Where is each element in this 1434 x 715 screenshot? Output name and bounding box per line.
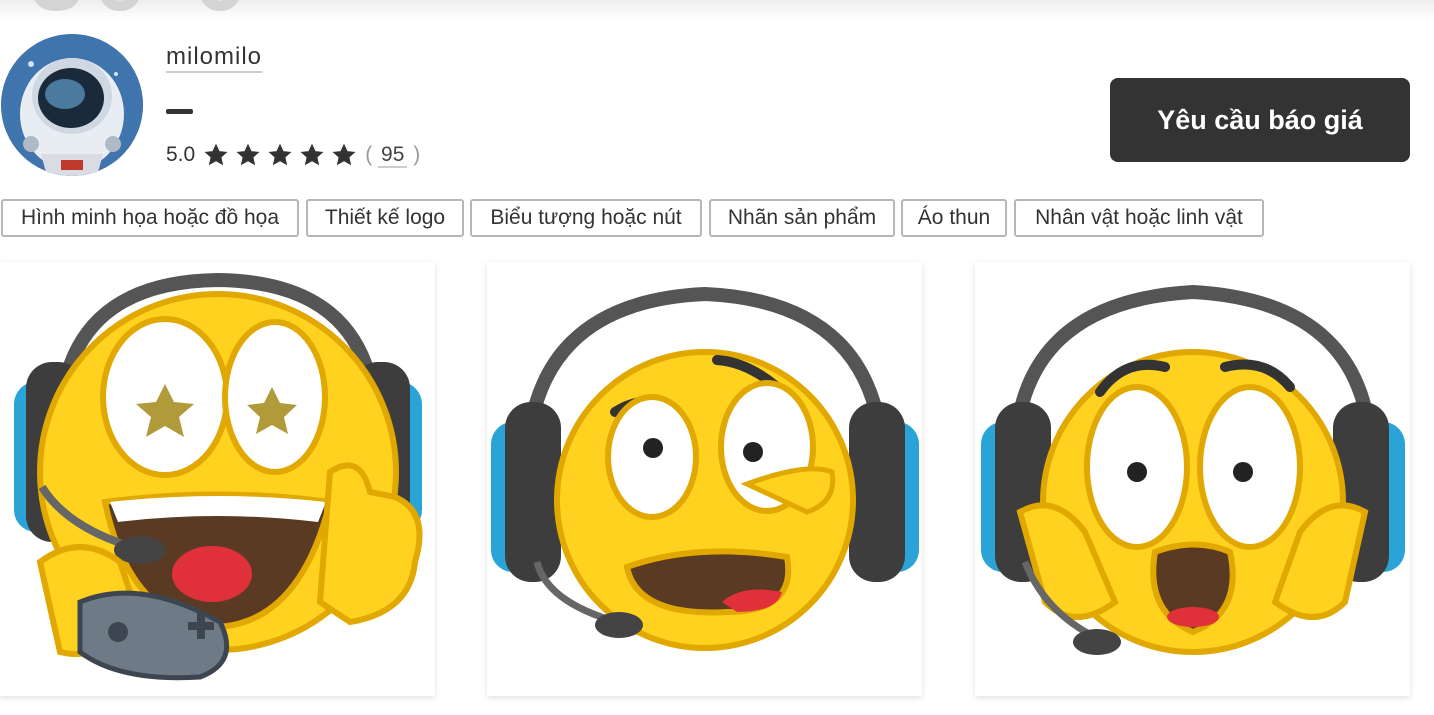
tag-logo-design[interactable]: Thiết kế logo xyxy=(306,199,464,237)
paren-open: ( xyxy=(365,143,373,166)
rating: 5.0 ( 95 ) xyxy=(166,138,420,172)
portfolio-card-2[interactable] xyxy=(487,262,922,696)
star-icon xyxy=(332,143,356,166)
star-icon xyxy=(300,143,324,166)
tag-illustration[interactable]: Hình minh họa hoặc đồ họa xyxy=(1,199,299,237)
background-number: 30 0 xyxy=(30,0,257,26)
star-icon xyxy=(268,143,292,166)
tag-product-label[interactable]: Nhãn sản phẩm xyxy=(709,199,895,237)
rating-score: 5.0 xyxy=(166,143,196,166)
emoji-shocked-image xyxy=(981,284,1405,655)
star-icon xyxy=(204,143,228,166)
username-link[interactable]: milomilo xyxy=(166,43,263,73)
emoji-star-eyes-image xyxy=(14,272,423,681)
request-quote-button[interactable]: Yêu cầu báo giá xyxy=(1110,78,1410,162)
portfolio-card-1[interactable] xyxy=(0,262,435,696)
tag-icon-button[interactable]: Biểu tượng hoặc nút xyxy=(470,199,702,237)
review-count-wrapper: ( 95 ) xyxy=(365,143,421,168)
portfolio-card-3[interactable] xyxy=(975,262,1410,696)
tag-character-mascot[interactable]: Nhân vật hoặc linh vật xyxy=(1014,199,1264,237)
location-placeholder-dash xyxy=(166,109,193,114)
tag-tshirt[interactable]: Áo thun xyxy=(901,199,1007,237)
review-count-link[interactable]: 95 xyxy=(378,143,408,168)
star-icon xyxy=(236,143,260,166)
emoji-worried-image xyxy=(491,286,919,651)
paren-close: ) xyxy=(413,143,421,166)
avatar[interactable] xyxy=(1,34,143,176)
